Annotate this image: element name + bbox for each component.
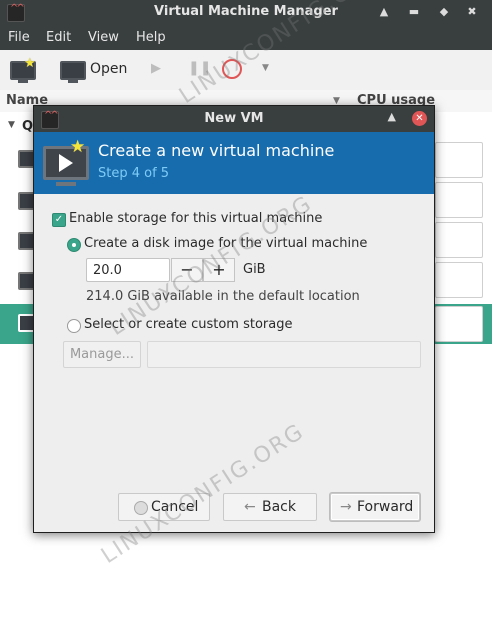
disk-size-input[interactable]: 20.0 <box>86 258 170 282</box>
back-label: Back <box>262 499 296 515</box>
menu-view[interactable]: View <box>88 30 119 45</box>
arrow-right-icon: → <box>340 499 352 515</box>
header-step: Step 4 of 5 <box>98 166 170 181</box>
connection-label[interactable]: Q <box>22 119 33 134</box>
menu-file[interactable]: File <box>8 30 30 45</box>
arrow-left-icon: ← <box>244 499 256 515</box>
maximize-icon[interactable]: ◆ <box>436 4 452 20</box>
header-title: Create a new virtual machine <box>98 141 335 160</box>
forward-label: Forward <box>357 499 414 515</box>
disk-size-unit: GiB <box>243 262 266 277</box>
main-titlebar: Virtual Machine Manager ▲ ▬ ◆ ✖ <box>0 0 492 26</box>
custom-storage-radio[interactable] <box>67 319 81 333</box>
open-button[interactable]: Open <box>58 58 138 83</box>
cancel-icon <box>134 501 148 515</box>
manage-button[interactable]: Manage... <box>63 341 141 368</box>
open-label: Open <box>90 61 128 77</box>
close-icon[interactable]: ✖ <box>464 4 480 20</box>
menu-help[interactable]: Help <box>136 30 166 45</box>
keep-above-icon[interactable]: ▲ <box>376 4 392 20</box>
enable-storage-checkbox[interactable]: ✓ <box>52 213 66 227</box>
keep-above-icon[interactable]: ▲ <box>388 110 396 123</box>
available-space-text: 214.0 GiB available in the default locat… <box>86 289 360 304</box>
expander-icon[interactable]: ▼ <box>8 120 15 130</box>
star-icon: ★ <box>24 56 36 71</box>
cpu-graph <box>435 222 483 258</box>
cpu-graph <box>435 182 483 218</box>
star-icon: ★ <box>70 137 86 157</box>
dialog-header: ★ Create a new virtual machine Step 4 of… <box>34 132 434 194</box>
minimize-icon[interactable]: ▬ <box>406 4 422 20</box>
storage-path-input[interactable] <box>147 341 421 368</box>
forward-button[interactable]: → Forward <box>330 493 420 521</box>
back-button[interactable]: ← Back <box>223 493 317 521</box>
close-icon[interactable]: ✕ <box>412 111 427 126</box>
chevron-down-icon[interactable]: ▼ <box>262 63 269 73</box>
dialog-titlebar: New VM ▲ ✕ <box>34 106 434 132</box>
create-disk-radio[interactable] <box>67 238 81 252</box>
run-icon[interactable]: ▶ <box>151 61 161 76</box>
cpu-graph <box>435 262 483 298</box>
cpu-graph <box>435 142 483 178</box>
menu-edit[interactable]: Edit <box>46 30 71 45</box>
new-vm-button[interactable]: ★ <box>8 56 36 83</box>
cpu-graph <box>435 306 483 342</box>
dialog-title: New VM <box>204 111 264 126</box>
monitor-icon <box>60 61 86 83</box>
